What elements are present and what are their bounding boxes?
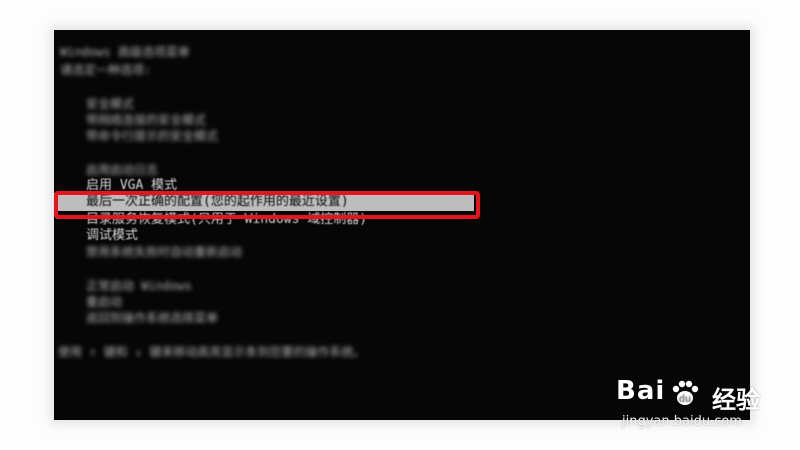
red-annotation-box [54,191,480,219]
svg-text:du: du [679,394,691,405]
baidu-jingyan-watermark: Bai du 经验 jingyan.baidu.com [616,376,766,434]
watermark-brand: Bai [616,376,666,406]
watermark-url: jingyan.baidu.com [622,414,742,429]
option-start-normally[interactable]: 正常启动 Windows [86,278,192,294]
menu-title: Windows 高级选项菜单 [60,45,190,59]
option-disable-auto-restart[interactable]: 禁用系统失败时自动重新启动 [86,244,242,260]
option-debugging-mode[interactable]: 调试模式 [86,228,138,244]
paw-icon: du [672,380,699,405]
screenshot-stage: Windows 高级选项菜单 请选定一种选项: 安全模式 带网络连接的安全模式 … [0,0,800,450]
menu-prompt: 请选定一种选项: [60,63,152,77]
option-safe-mode-command-prompt[interactable]: 带命令行提示的安全模式 [86,128,218,144]
option-safe-mode[interactable]: 安全模式 [86,96,134,112]
option-reboot[interactable]: 重启动 [86,294,122,310]
option-return-to-os-menu[interactable]: 返回到操作系统选择菜单 [86,310,218,326]
watermark-suffix: 经验 [712,386,760,414]
navigation-hint: 使用 ↑ 键和 ↓ 键来移动高亮显示条到您要的操作系统。 [58,345,366,359]
boot-options-screen: Windows 高级选项菜单 请选定一种选项: 安全模式 带网络连接的安全模式 … [54,30,750,420]
option-safe-mode-networking[interactable]: 带网络连接的安全模式 [86,112,206,128]
option-boot-logging[interactable]: 启用启动日志 [86,162,158,178]
